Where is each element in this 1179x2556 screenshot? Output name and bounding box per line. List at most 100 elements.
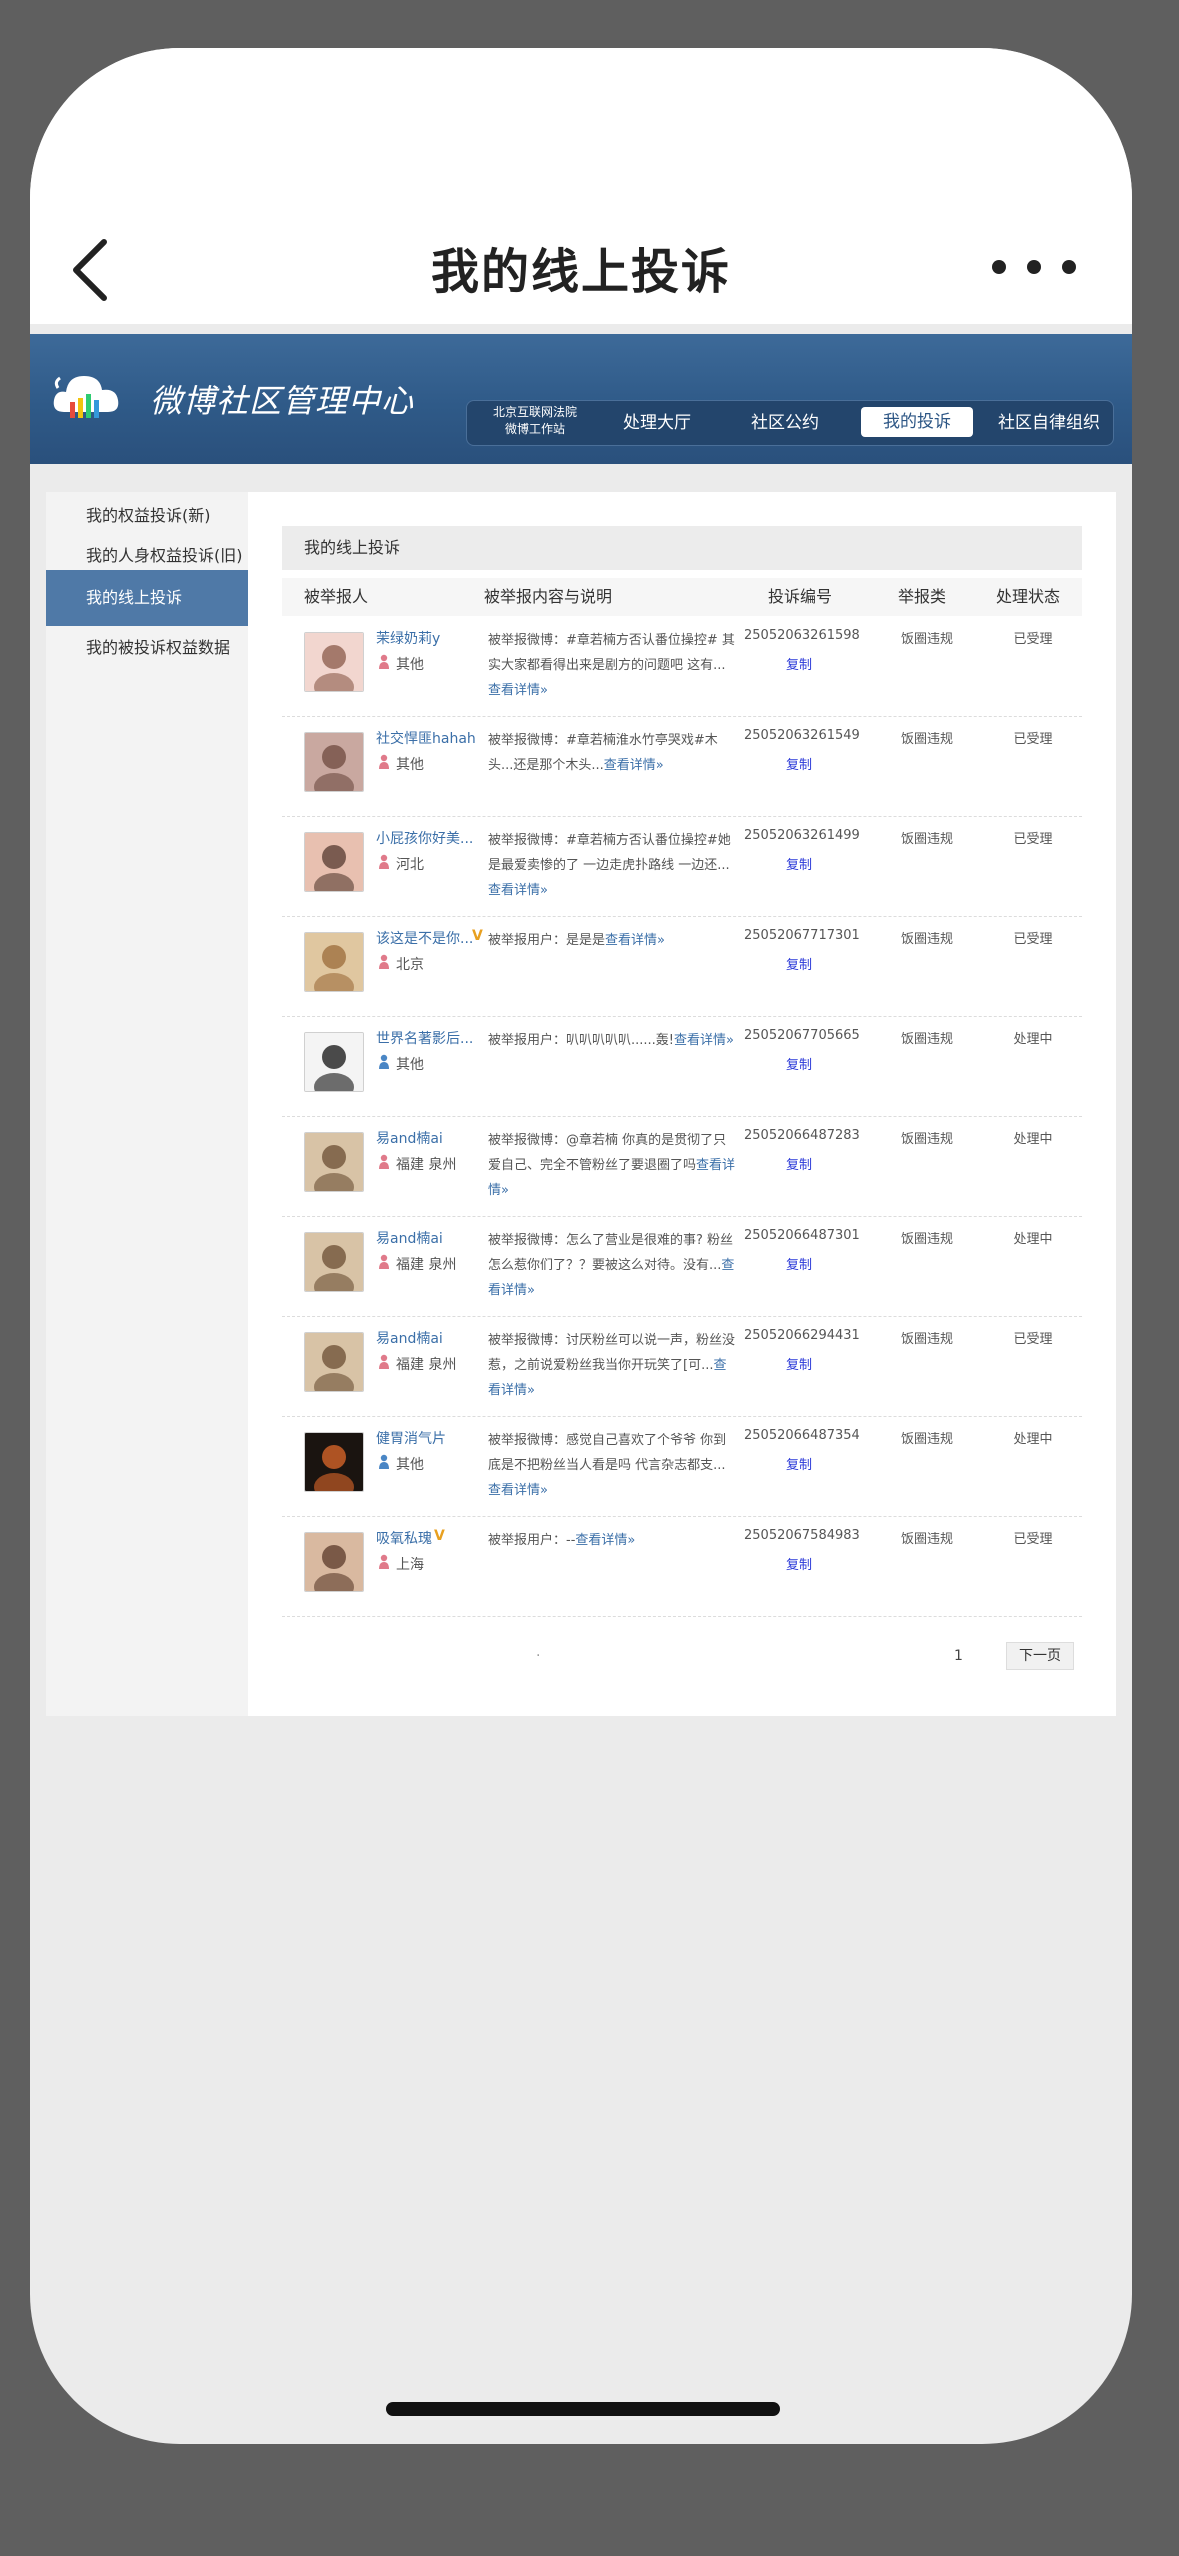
copy-button[interactable]: 复制 (744, 1254, 854, 1273)
view-details-link[interactable]: 查看详情» (488, 683, 548, 698)
complaint-type: 饭圈违规 (900, 732, 953, 747)
user-gender-icon (379, 854, 389, 869)
sidebar-item-online[interactable]: 我的线上投诉 (46, 570, 248, 626)
description-text: 被举报微博：讨厌粉丝可以说一声，粉丝没惹，之前说爱粉丝我当你开玩笑了[可... (488, 1333, 736, 1373)
avatar[interactable] (304, 1132, 364, 1192)
user-location: 其他 (396, 757, 424, 773)
table-row: 健胃消气片 其他 被举报微博：感觉自己喜欢了个爷爷 你到底是不把粉丝当人看是吗 代言… (282, 1416, 1082, 1517)
next-page-button[interactable]: 下一页 (1006, 1642, 1074, 1670)
copy-button[interactable]: 复制 (744, 954, 854, 973)
avatar[interactable] (304, 1432, 364, 1492)
complaint-type: 饭圈违规 (900, 1232, 953, 1247)
copy-button[interactable]: 复制 (744, 1554, 854, 1573)
complaint-status: 已受理 (1013, 832, 1053, 847)
tab-hall[interactable]: 处理大厅 (605, 401, 709, 445)
complaint-description: 被举报微博：怎么了营业是很难的事? 粉丝怎么惹你们了？？要被这么对待。没有...… (488, 1228, 738, 1303)
avatar[interactable] (304, 732, 364, 792)
avatar[interactable] (304, 1532, 364, 1592)
copy-button[interactable]: 复制 (744, 1354, 854, 1373)
complaint-id: 25052066487301 (744, 1228, 860, 1243)
table-row: 易and楠ai 福建 泉州 被举报微博：讨厌粉丝可以说一声，粉丝没惹，之前说爱粉丝我… (282, 1316, 1082, 1417)
col-status: 处理状态 (996, 587, 1061, 606)
view-details-link[interactable]: 查看详情» (674, 1033, 734, 1048)
avatar[interactable] (304, 1332, 364, 1392)
complaint-status: 已受理 (1013, 632, 1053, 647)
table-row: 社交悍匪hahah 其他 被举报微博：#章若楠淮水竹亭哭戏#木头...还是那个木头.… (282, 716, 1082, 817)
reported-username[interactable]: 吸氧私瑰 (376, 1528, 476, 1548)
view-details-link[interactable]: 查看详情» (604, 758, 664, 773)
user-gender-icon (379, 954, 389, 969)
col-reported-user: 被举报人 (304, 587, 369, 606)
table-header: 被举报人 被举报内容与说明 投诉编号 举报类 处理状态 (282, 578, 1082, 616)
view-details-link[interactable]: 查看详情» (488, 1483, 548, 1498)
avatar[interactable] (304, 632, 364, 692)
complaint-type: 饭圈违规 (900, 1432, 953, 1447)
table-row: 世界名著影后... 其他 被举报用户：叭叭叭叭叭......轰!查看详情» 25052… (282, 1016, 1082, 1117)
copy-button[interactable]: 复制 (744, 754, 854, 773)
reported-username[interactable]: 小屁孩你好美... (376, 828, 476, 848)
page-number[interactable]: 1 (954, 1648, 963, 1664)
reported-username[interactable]: 该这是不是你... (376, 928, 476, 948)
nav-bar: 我的线上投诉 (30, 48, 1132, 324)
complaint-id: 25052066487354 (744, 1428, 860, 1443)
complaint-description: 被举报微博：讨厌粉丝可以说一声，粉丝没惹，之前说爱粉丝我当你开玩笑了[可...查… (488, 1328, 738, 1403)
tab-my-complaints[interactable]: 我的投诉 (861, 407, 973, 437)
avatar[interactable] (304, 832, 364, 892)
complaint-type: 饭圈违规 (900, 1132, 953, 1147)
description-text: 被举报微博：@章若楠 你真的是贯彻了只爱自己、完全不管粉丝了要退圈了吗 (488, 1133, 727, 1173)
description-text: 被举报用户：叭叭叭叭叭......轰! (488, 1033, 675, 1048)
reported-username[interactable]: 健胃消气片 (376, 1428, 476, 1448)
view-details-link[interactable]: 查看详情» (488, 883, 548, 898)
complaint-status: 处理中 (1013, 1132, 1053, 1147)
avatar[interactable] (304, 1032, 364, 1092)
complaint-description: 被举报微博：#章若楠方否认番位操控# 其实大家都看得出来是剧方的问题吧 这有..… (488, 628, 738, 703)
table-row: 易and楠ai 福建 泉州 被举报微博：@章若楠 你真的是贯彻了只爱自己、完全不管粉… (282, 1116, 1082, 1217)
complaint-status: 已受理 (1013, 1332, 1053, 1347)
col-id: 投诉编号 (768, 587, 833, 606)
tab-convention[interactable]: 社区公约 (733, 401, 837, 445)
reported-username[interactable]: 社交悍匪hahah (376, 728, 476, 748)
avatar[interactable] (304, 1232, 364, 1292)
user-gender-icon (379, 1154, 389, 1169)
banner-title: 微博社区管理中心 (150, 382, 415, 420)
user-gender-icon (379, 1454, 389, 1469)
cloud-logo-icon (53, 376, 119, 418)
view-details-link[interactable]: 查看详情» (575, 1533, 635, 1548)
complaint-description: 被举报用户：是是是查看详情» (488, 928, 738, 953)
user-location: 上海 (396, 1557, 424, 1573)
sidebar-item-complained-data[interactable]: 我的被投诉权益数据 (46, 622, 248, 674)
user-location: 其他 (396, 1457, 424, 1473)
copy-button[interactable]: 复制 (744, 1454, 854, 1473)
copy-button[interactable]: 复制 (744, 1154, 854, 1173)
complaint-status: 处理中 (1013, 1032, 1053, 1047)
home-indicator (386, 2402, 780, 2416)
more-icon[interactable] (984, 252, 1094, 282)
copy-button[interactable]: 复制 (744, 654, 854, 673)
copy-button[interactable]: 复制 (744, 1054, 854, 1073)
reported-username[interactable]: 易and楠ai (376, 1328, 476, 1348)
verified-v-icon: V (472, 928, 483, 944)
user-gender-icon (379, 1054, 389, 1069)
reported-username[interactable]: 茉绿奶莉y (376, 628, 476, 648)
court-link[interactable]: 北京互联网法院 微博工作站 (483, 404, 587, 438)
site-banner: 微博社区管理中心 北京互联网法院 微博工作站 处理大厅 社区公约 我的投诉 社区… (30, 334, 1132, 464)
description-text: 被举报用户：-- (488, 1533, 576, 1548)
user-location: 福建 泉州 (396, 1357, 457, 1373)
reported-username[interactable]: 易and楠ai (376, 1128, 476, 1148)
pager-dot: . (536, 1644, 541, 1660)
avatar[interactable] (304, 932, 364, 992)
complaint-type: 饭圈违规 (900, 832, 953, 847)
table-row: 该这是不是你... V 北京 被举报用户：是是是查看详情» 25052067717301… (282, 916, 1082, 1017)
description-text: 被举报微博：#章若楠方否认番位操控# 其实大家都看得出来是剧方的问题吧 这有..… (488, 633, 735, 673)
complaint-status: 已受理 (1013, 1532, 1053, 1547)
complaint-type: 饭圈违规 (900, 632, 953, 647)
user-location: 福建 泉州 (396, 1157, 457, 1173)
complaint-status: 已受理 (1013, 932, 1053, 947)
page-title: 我的线上投诉 (430, 244, 731, 300)
reported-username[interactable]: 世界名著影后... (376, 1028, 476, 1048)
reported-username[interactable]: 易and楠ai (376, 1228, 476, 1248)
tab-self-discipline[interactable]: 社区自律组织 (993, 401, 1105, 445)
view-details-link[interactable]: 查看详情» (605, 933, 665, 948)
user-gender-icon (379, 654, 389, 669)
copy-button[interactable]: 复制 (744, 854, 854, 873)
